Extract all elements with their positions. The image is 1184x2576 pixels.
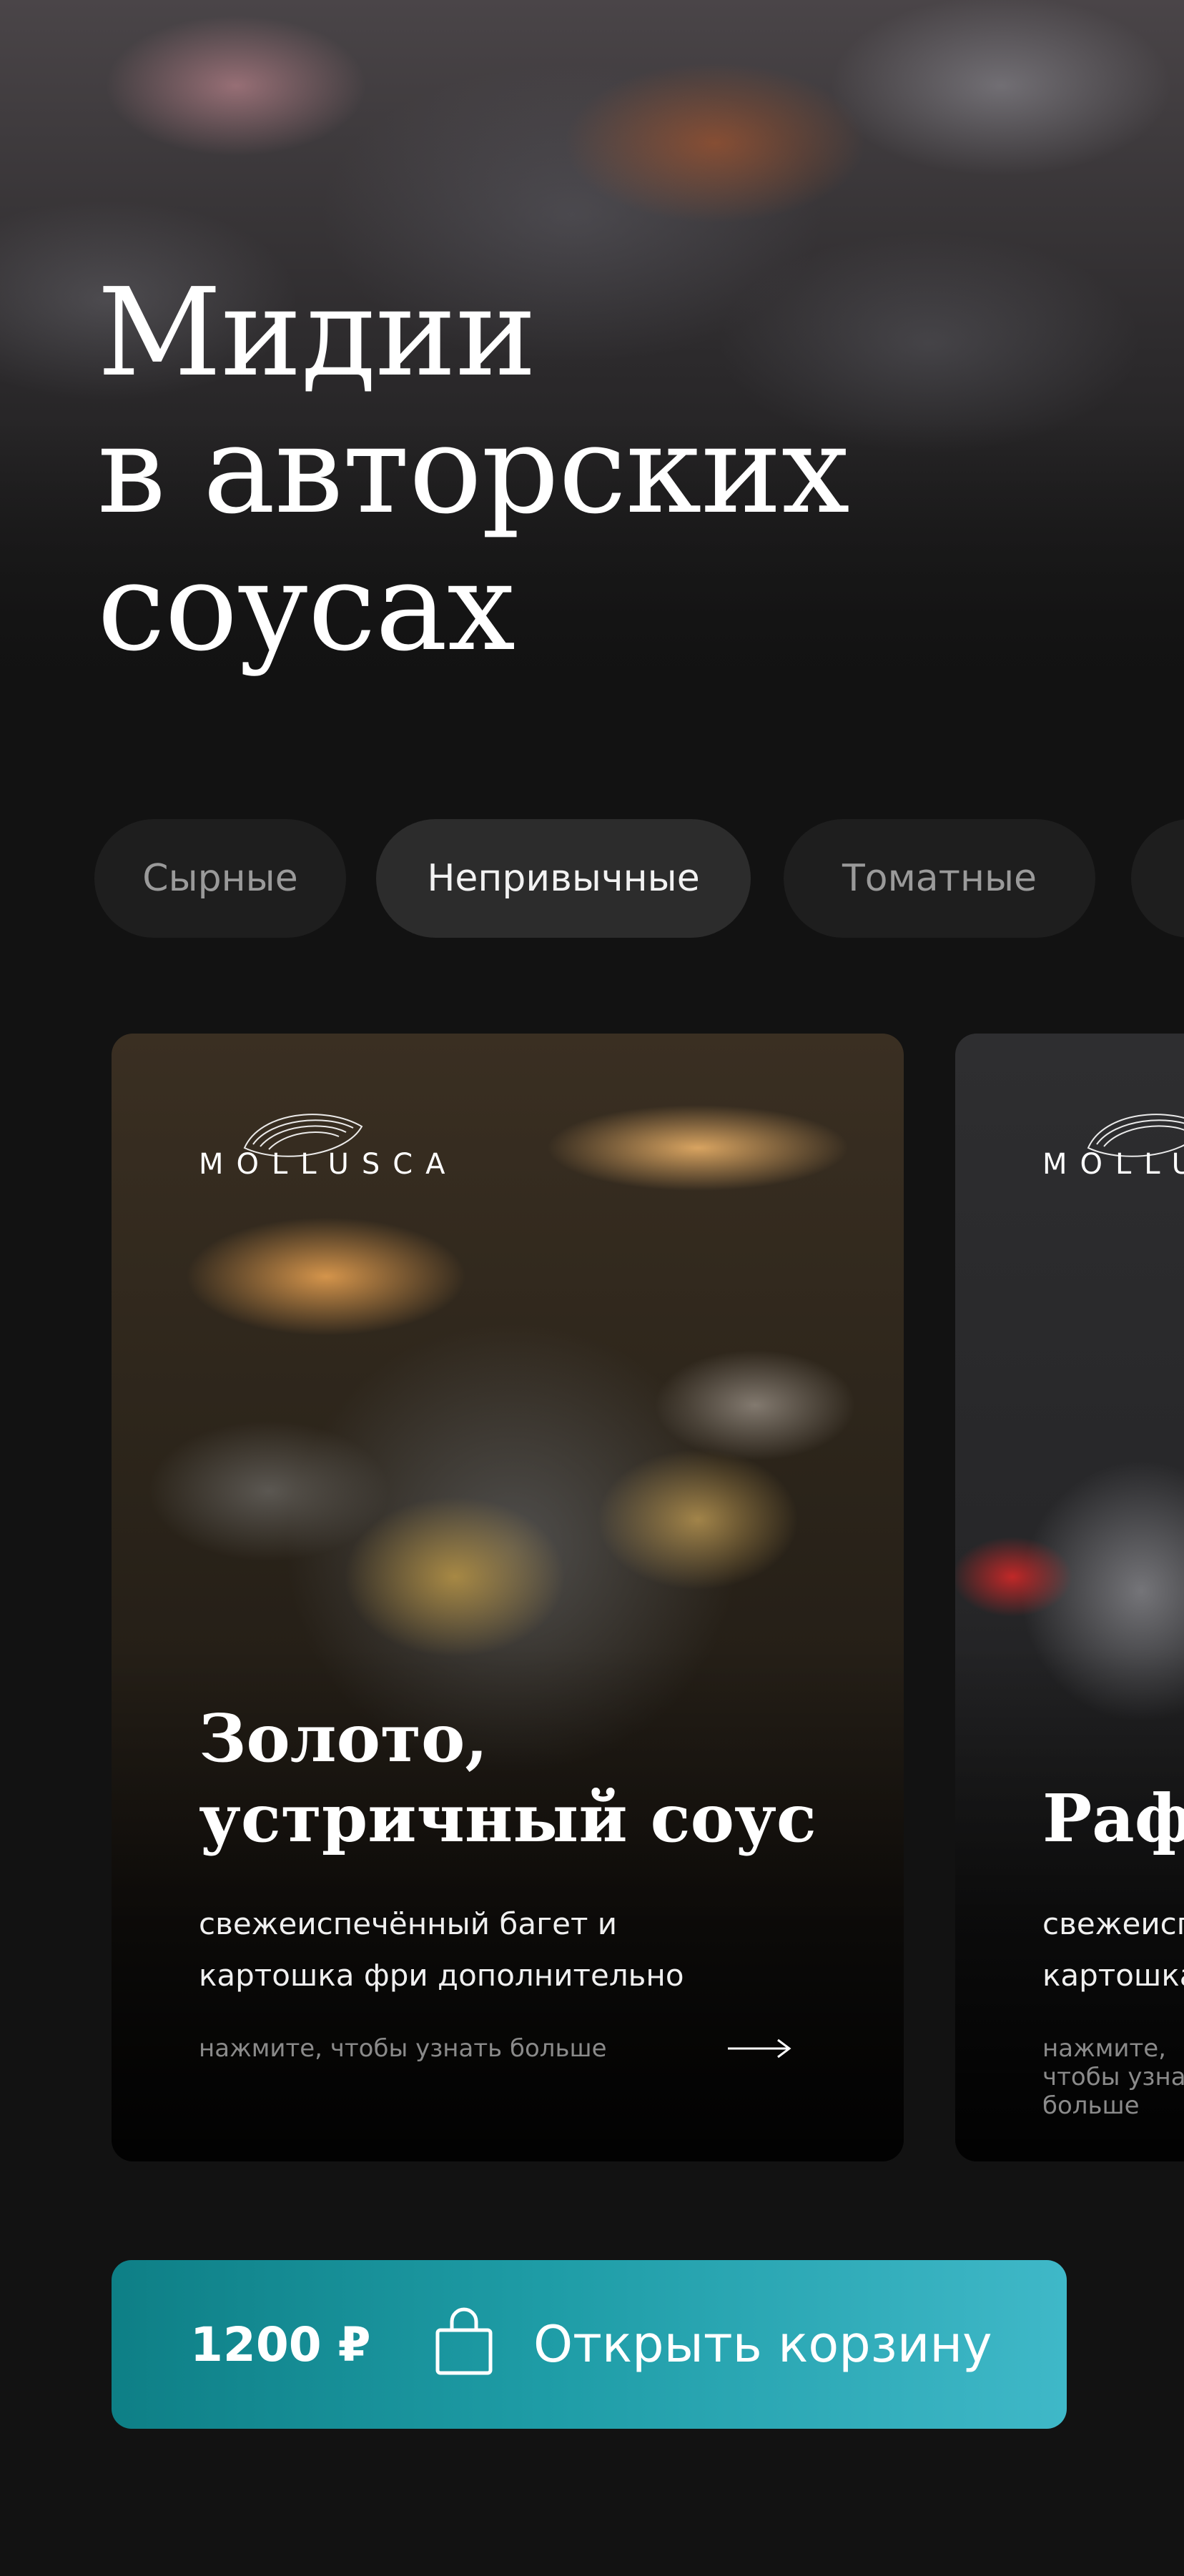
cart-total-price: 1200 ₽ (190, 2317, 371, 2372)
arrow-right-icon[interactable] (726, 2034, 792, 2063)
filter-pill-next[interactable] (1131, 819, 1184, 938)
dish-title-line: Рафаэлло (1042, 1780, 1184, 1857)
dish-description: свежеиспечённый багет и картошка фри доп… (1042, 1898, 1184, 2001)
brand-name: MOLLUSCA (199, 1148, 458, 1181)
open-cart-button[interactable]: 1200 ₽ Открыть корзину (112, 2260, 1067, 2429)
dish-description-line: свежеиспечённый багет и (1042, 1906, 1184, 1941)
more-info-hint: нажмите, чтобы узнать больше (199, 2034, 607, 2063)
dish-card[interactable]: MOLLUSCA Золото, устричный соус свежеисп… (112, 1034, 904, 2161)
dish-description: свежеиспечённый багет и картошка фри доп… (199, 1898, 842, 2001)
filter-pill-unusual[interactable]: Непривычные (376, 819, 751, 938)
hero-title-line: соусах (97, 537, 515, 678)
hero-title-line: в авторских (97, 400, 850, 541)
hero-banner: Мидии в авторских соусах (0, 0, 1184, 793)
filter-pill-cheese[interactable]: Сырные (94, 819, 346, 938)
hero-title: Мидии в авторских соусах (97, 264, 1027, 676)
open-cart-label: Открыть корзину (533, 2315, 992, 2374)
brand-name: MOLLUSCA (1042, 1148, 1184, 1181)
dish-title: Золото, устричный соус (199, 1698, 842, 1858)
dish-description-line: картошка фри дополнительно (199, 1958, 684, 1993)
shopping-bag-icon (435, 2307, 493, 2375)
hero-title-line: Мидии (97, 262, 537, 404)
dish-title-line: устричный соус (199, 1780, 817, 1857)
category-filter-bar: Сырные Непривычные Томатные (94, 819, 1184, 938)
more-info-hint: нажмите, чтобы узнать больше (1042, 2034, 1184, 2120)
dish-description-line: картошка фри дополнительно (1042, 1958, 1184, 1993)
filter-pill-tomato[interactable]: Томатные (784, 819, 1095, 938)
dish-description-line: свежеиспечённый багет и (199, 1906, 618, 1941)
dish-card[interactable]: MOLLUSCA Рафаэлло свежеиспечённый багет … (955, 1034, 1184, 2161)
dish-title-line: Золото, (199, 1700, 488, 1777)
dish-title: Рафаэлло (1042, 1778, 1184, 1858)
